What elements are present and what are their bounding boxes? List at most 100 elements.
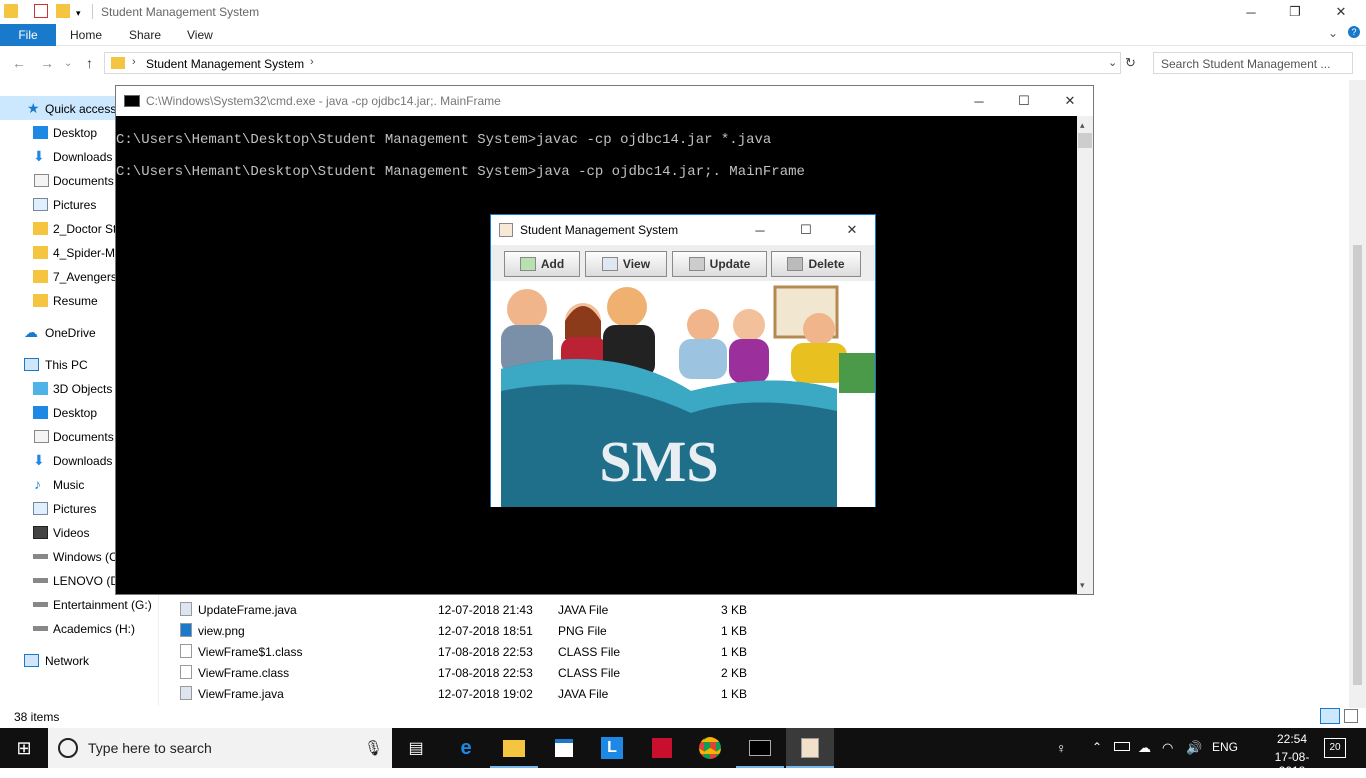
- nav-drive-h[interactable]: Academics (H:): [0, 618, 158, 640]
- add-button[interactable]: Add: [504, 251, 580, 277]
- java-file-icon: [180, 686, 192, 700]
- task-view-button[interactable]: ▤: [392, 728, 440, 768]
- scrollbar-thumb[interactable]: [1353, 245, 1362, 685]
- mcafee-button[interactable]: [638, 728, 686, 768]
- action-center-button[interactable]: 20: [1324, 738, 1346, 758]
- nav-label: Resume: [53, 294, 98, 308]
- vertical-scrollbar[interactable]: [1349, 80, 1366, 708]
- cmd-scrollbar[interactable]: ▴ ▾: [1077, 116, 1093, 594]
- file-date: 17-08-2018 22:53: [438, 666, 533, 680]
- details-view-icon[interactable]: [1320, 708, 1340, 724]
- file-row[interactable]: ViewFrame.class 17-08-2018 22:53 CLASS F…: [176, 662, 876, 683]
- divider: [92, 4, 93, 19]
- nav-label: Downloads: [53, 150, 113, 164]
- address-dropdown-icon[interactable]: ⌄: [1108, 56, 1117, 69]
- cmd-taskbar-button[interactable]: [736, 728, 784, 768]
- nav-label: LENOVO (D:: [53, 574, 123, 588]
- file-type: PNG File: [558, 624, 607, 638]
- customize-toolbar-icon[interactable]: ▾: [76, 8, 86, 22]
- nav-label: Documents: [53, 430, 114, 444]
- close-button[interactable]: ✕: [829, 218, 875, 242]
- maximize-button[interactable]: ☐: [783, 218, 829, 242]
- java-taskbar-button[interactable]: [786, 728, 834, 768]
- properties-icon[interactable]: [34, 4, 48, 18]
- minimize-button[interactable]: ─: [737, 218, 783, 242]
- battery-icon[interactable]: [1114, 742, 1130, 751]
- file-date: 12-07-2018 21:43: [438, 603, 533, 617]
- forward-arrow-icon[interactable]: →: [40, 55, 54, 71]
- address-bar[interactable]: › Student Management System › ⌄: [104, 52, 1121, 74]
- nav-label: Music: [53, 478, 85, 492]
- tab-file[interactable]: File: [0, 24, 56, 46]
- back-arrow-icon[interactable]: ←: [12, 55, 26, 71]
- edge-button[interactable]: e: [442, 728, 490, 768]
- taskbar-search[interactable]: Type here to search 🎙: [48, 728, 392, 768]
- close-button[interactable]: ✕: [1047, 89, 1093, 113]
- people-icon[interactable]: ♀: [1056, 740, 1067, 756]
- maximize-button[interactable]: ☐: [1001, 89, 1047, 113]
- store-button[interactable]: [540, 728, 588, 768]
- edge-icon: e: [460, 736, 472, 759]
- refresh-icon[interactable]: ↻: [1125, 55, 1136, 71]
- close-button[interactable]: ✕: [1318, 0, 1364, 24]
- scrollbar-thumb[interactable]: [1078, 133, 1092, 148]
- nav-drive-g[interactable]: Entertainment (G:): [0, 594, 158, 616]
- l-app-icon: L: [601, 737, 623, 759]
- view-button[interactable]: View: [585, 251, 667, 277]
- file-row[interactable]: ViewFrame$1.class 17-08-2018 22:53 CLASS…: [176, 641, 876, 662]
- minimize-button[interactable]: ─: [1228, 0, 1274, 24]
- folder-icon: [33, 222, 48, 235]
- nav-network[interactable]: Network: [0, 650, 158, 672]
- onedrive-icon[interactable]: ☁: [1138, 740, 1151, 756]
- expand-ribbon-icon[interactable]: ⌄: [1328, 26, 1338, 40]
- java-icon: [801, 738, 819, 758]
- recent-chevron-icon[interactable]: ⌄: [64, 58, 72, 69]
- scroll-up-icon[interactable]: ▴: [1080, 120, 1085, 131]
- breadcrumb-separator-icon[interactable]: ›: [310, 56, 314, 68]
- delete-button[interactable]: Delete: [771, 251, 861, 277]
- breadcrumb-separator-icon[interactable]: ›: [132, 56, 136, 68]
- file-size: 1 KB: [721, 624, 748, 638]
- volume-icon[interactable]: 🔊: [1186, 740, 1202, 756]
- nav-label: Pictures: [53, 502, 97, 516]
- file-row[interactable]: view.png 12-07-2018 18:51 PNG File 1 KB: [176, 620, 876, 641]
- pictures-icon: [33, 502, 48, 515]
- tab-home[interactable]: Home: [70, 28, 102, 42]
- up-arrow-icon[interactable]: ↑: [86, 55, 93, 71]
- update-button[interactable]: Update: [672, 251, 767, 277]
- status-item-count: 38 items: [14, 710, 60, 724]
- help-icon[interactable]: ?: [1348, 26, 1360, 38]
- show-hidden-icons-icon[interactable]: ⌃: [1092, 740, 1102, 754]
- microphone-icon[interactable]: 🎙: [364, 739, 383, 757]
- folder-icon: [503, 739, 525, 757]
- cortana-icon: [58, 738, 78, 758]
- sms-banner-image: SMS: [491, 281, 875, 507]
- file-size: 1 KB: [721, 687, 748, 701]
- clock-date[interactable]: 17-08-2018: [1262, 750, 1322, 778]
- file-date: 17-08-2018 22:53: [438, 645, 533, 659]
- tab-view[interactable]: View: [187, 28, 213, 42]
- chrome-icon: [699, 737, 721, 759]
- wifi-icon[interactable]: ◠: [1162, 740, 1173, 756]
- cmd-line: C:\Users\Hemant\Desktop\Student Manageme…: [116, 132, 772, 148]
- minimize-button[interactable]: ─: [956, 89, 1002, 113]
- file-row[interactable]: ViewFrame.java 12-07-2018 19:02 JAVA Fil…: [176, 683, 876, 704]
- large-icons-view-icon[interactable]: [1344, 709, 1358, 723]
- cmd-icon: [749, 740, 771, 756]
- breadcrumb[interactable]: Student Management System: [146, 57, 304, 71]
- input-language[interactable]: ENG: [1212, 740, 1238, 754]
- search-input[interactable]: Search Student Management ...: [1153, 52, 1353, 74]
- pictures-icon: [33, 198, 48, 211]
- chrome-button[interactable]: [686, 728, 734, 768]
- delete-icon: [787, 257, 804, 271]
- file-name: ViewFrame.class: [198, 666, 290, 680]
- file-row[interactable]: UpdateFrame.java 12-07-2018 21:43 JAVA F…: [176, 599, 876, 620]
- restore-button[interactable]: ❐: [1272, 0, 1318, 24]
- new-folder-icon[interactable]: [56, 4, 70, 18]
- clock-time[interactable]: 22:54: [1262, 732, 1322, 746]
- tab-share[interactable]: Share: [129, 28, 161, 42]
- app-l-button[interactable]: L: [588, 728, 636, 768]
- start-button[interactable]: ⊞: [0, 728, 48, 768]
- scroll-down-icon[interactable]: ▾: [1080, 580, 1085, 591]
- file-explorer-taskbar-button[interactable]: [490, 728, 538, 768]
